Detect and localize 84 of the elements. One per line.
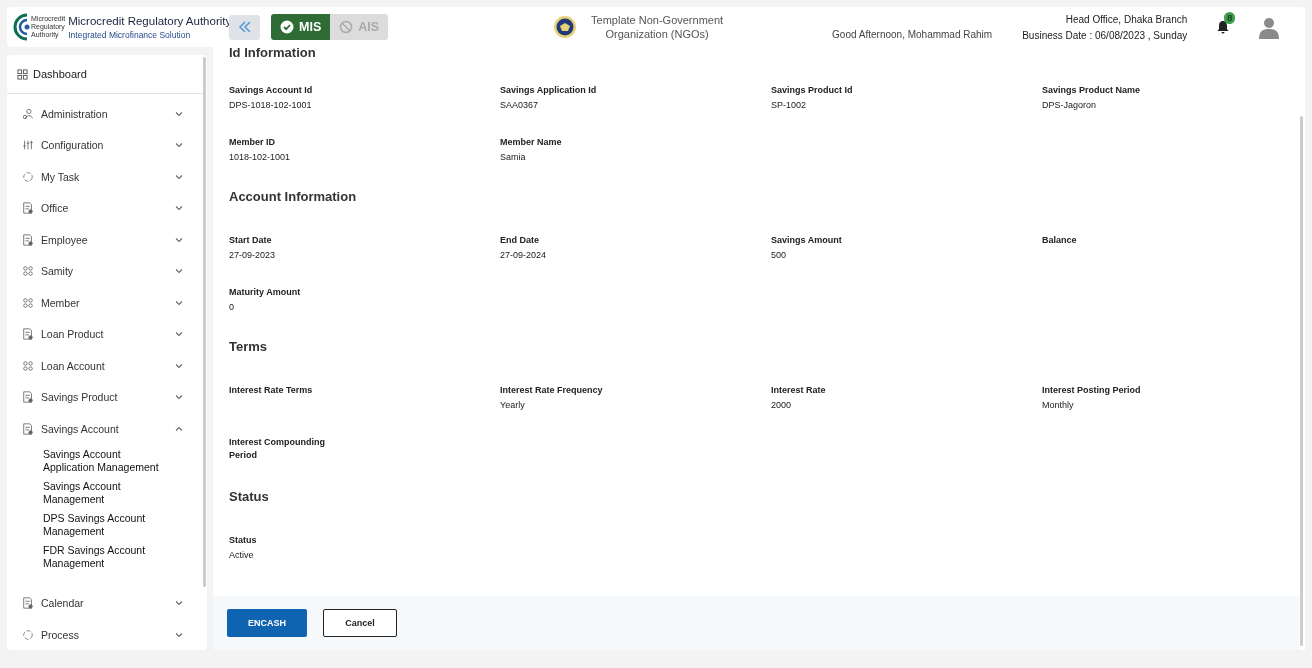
field-label: Member ID <box>229 136 276 149</box>
module-tab[interactable]: MIS <box>271 14 331 40</box>
field-label: Interest Rate Frequency <box>500 384 604 397</box>
field-value: 27-09-2024 <box>500 250 548 260</box>
sidebar-item[interactable]: My Task <box>7 161 203 193</box>
submenu-item[interactable]: FDR Savings Account Management <box>43 543 173 570</box>
field-label: Interest Posting Period <box>1042 384 1142 397</box>
menu-icon <box>22 170 34 183</box>
field-label: Savings Product Name <box>1042 84 1142 97</box>
menu-icon <box>22 107 34 120</box>
cancel-button[interactable]: Cancel <box>323 609 397 637</box>
field-value: SAA0367 <box>500 100 540 110</box>
menu-icon <box>22 359 34 372</box>
field-label: Maturity Amount <box>229 286 302 299</box>
field-label: Interest Rate <box>771 384 827 397</box>
menu-icon <box>22 597 34 610</box>
field-label: Savings Amount <box>771 234 843 247</box>
scrollbar[interactable] <box>203 57 206 587</box>
sidebar-item[interactable]: Process <box>7 619 203 650</box>
app-subtitle: Integrated Microfinance Solution <box>68 29 192 40</box>
sidebar-item[interactable]: Employee <box>7 224 203 256</box>
menu-icon <box>22 202 34 215</box>
field-value: 1018-102-1001 <box>229 152 292 162</box>
field-label: Savings Application Id <box>500 84 598 97</box>
sidebar-item[interactable]: Samity <box>7 255 203 287</box>
sidebar-item[interactable]: Configuration <box>7 129 203 161</box>
field-value: 2000 <box>771 400 793 410</box>
field-label: Interest Rate Terms <box>229 384 314 397</box>
collapse-sidebar-button[interactable] <box>229 14 260 40</box>
app-title: Microcredit Regulatory Authority <box>68 14 232 27</box>
menu-icon <box>22 265 34 278</box>
business-date: Business Date : 06/08/2023 , Sunday <box>1022 29 1188 41</box>
menu-icon <box>22 628 34 641</box>
field-value: 500 <box>771 250 788 260</box>
submenu-item[interactable]: Savings Account Management <box>43 479 173 506</box>
field-value: Active <box>229 550 255 560</box>
emblem-icon <box>553 15 578 39</box>
sidebar-item[interactable]: Administration <box>7 98 203 130</box>
field-value: Monthly <box>1042 400 1075 410</box>
grid-icon <box>17 68 28 80</box>
submenu-item[interactable]: DPS Savings Account Management <box>43 511 173 538</box>
field-value: DPS-1018-102-1001 <box>229 100 313 110</box>
check-circle-icon <box>280 20 294 34</box>
menu-icon <box>22 328 34 341</box>
field-value: 0 <box>229 302 235 312</box>
menu-icon <box>22 139 34 152</box>
menu-icon <box>22 422 34 435</box>
organization-name: Template Non-Government Organization (NGOs) <box>590 12 725 42</box>
section-title: Terms <box>229 340 269 356</box>
field-label: Start Date <box>229 234 273 247</box>
field-label: Status <box>229 534 258 547</box>
double-chevron-icon <box>236 19 253 35</box>
field-label: End Date <box>500 234 540 247</box>
encash-button[interactable]: ENCASH <box>227 609 307 637</box>
menu-icon <box>22 233 34 246</box>
submenu-item[interactable]: Savings Account Application Management <box>43 447 173 474</box>
sidebar-item[interactable]: Savings Product <box>7 381 203 413</box>
field-value: DPS-Jagoron <box>1042 100 1098 110</box>
menu-icon <box>22 296 34 309</box>
sidebar-item[interactable]: Savings Account <box>7 413 203 445</box>
sidebar-item[interactable]: Loan Account <box>7 350 203 382</box>
field-value: Yearly <box>500 400 526 410</box>
greeting-text: Good Afternoon, Mohammad Rahim <box>832 28 993 40</box>
menu-icon <box>22 391 34 404</box>
field-label: Savings Account Id <box>229 84 314 97</box>
blocked-icon <box>339 20 354 34</box>
field-label: Member Name <box>500 136 563 149</box>
sidebar-item[interactable]: Member <box>7 287 203 319</box>
field-value: SP-1002 <box>771 100 808 110</box>
field-label: Balance <box>1042 234 1078 247</box>
branch-name: Head Office, Dhaka Branch <box>1065 13 1188 25</box>
sidebar-item[interactable]: Loan Product <box>7 318 203 350</box>
section-title: Id Information <box>229 46 317 62</box>
sidebar-item[interactable]: Office <box>7 192 203 224</box>
section-title: Status <box>229 490 270 506</box>
notification-count: 8 <box>1224 12 1236 24</box>
field-value: 27-09-2023 <box>229 250 277 260</box>
section-title: Account Information <box>229 190 358 206</box>
scrollbar[interactable] <box>1300 116 1303 646</box>
field-label: Savings Product Id <box>771 84 854 97</box>
user-avatar-icon[interactable] <box>1257 15 1282 39</box>
sidebar-item[interactable]: Calendar <box>7 587 203 619</box>
field-label: Interest Compounding Period <box>229 436 326 462</box>
field-value: Samia <box>500 152 527 162</box>
